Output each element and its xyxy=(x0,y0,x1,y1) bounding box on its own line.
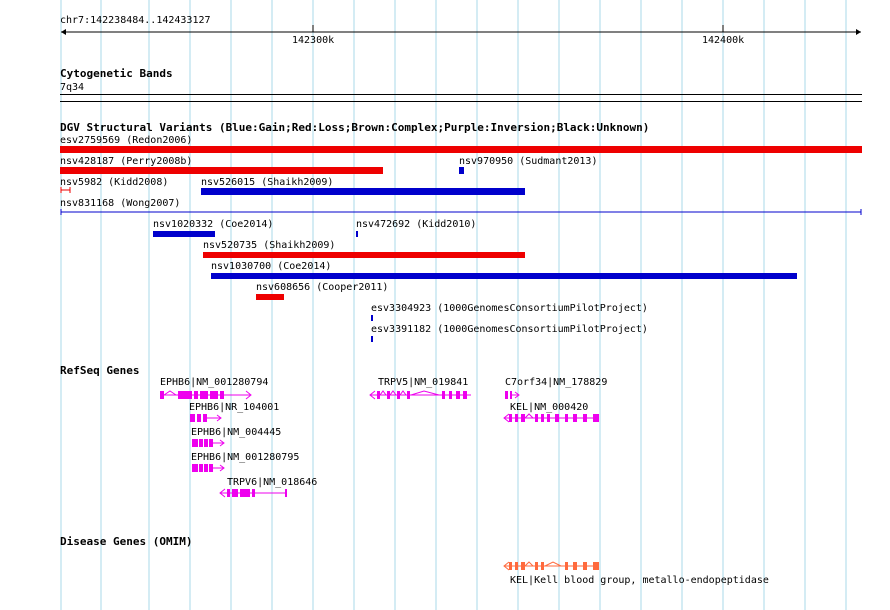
variant-bar-gain[interactable] xyxy=(153,231,215,237)
variant-label: nsv5982 (Kidd2008) xyxy=(60,177,169,188)
gene-label: EPHB6|NM_001280794 xyxy=(160,377,269,388)
variant-bar-gain[interactable] xyxy=(371,315,373,321)
variant-label: nsv1020332 (Coe2014) xyxy=(153,219,274,230)
ruler-tick-label: 142300k xyxy=(292,35,335,46)
variant-label: nsv608656 (Cooper2011) xyxy=(256,282,389,293)
variant-label: esv2759569 (Redon2006) xyxy=(60,135,193,146)
variant-bar-loss[interactable] xyxy=(203,252,525,258)
cytoband-line-bottom xyxy=(60,101,862,102)
variant-label: esv3304923 (1000GenomesConsortiumPilotPr… xyxy=(371,303,648,314)
refseq-track-title: RefSeq Genes xyxy=(60,364,140,377)
variant-bar-gain[interactable] xyxy=(211,273,797,279)
variant-label: nsv428187 (Perry2008b) xyxy=(60,156,193,167)
variant-label: nsv526015 (Shaikh2009) xyxy=(201,177,334,188)
variant-label: nsv970950 (Sudmant2013) xyxy=(459,156,598,167)
variant-label: esv3391182 (1000GenomesConsortiumPilotPr… xyxy=(371,324,648,335)
gene-model[interactable] xyxy=(191,437,227,449)
variant-bar-gain[interactable] xyxy=(201,188,525,195)
gene-model[interactable] xyxy=(503,412,601,424)
variant-bar-gain[interactable] xyxy=(459,167,464,174)
cytoband-track-title: Cytogenetic Bands xyxy=(60,67,173,80)
genome-browser-canvas: chr7:142238484..142433127 142300k 142400… xyxy=(0,0,890,610)
dgv-track-title: DGV Structural Variants (Blue:Gain;Red:L… xyxy=(60,121,650,134)
variant-bar-gain[interactable] xyxy=(58,208,864,216)
variant-bar-loss[interactable] xyxy=(60,167,383,174)
omim-gene-label: KEL|Kell blood group, metallo-endopeptid… xyxy=(510,575,769,586)
variant-bar-loss[interactable] xyxy=(60,186,72,194)
omim-track-title: Disease Genes (OMIM) xyxy=(60,535,193,548)
gene-label: C7orf34|NM_178829 xyxy=(505,377,608,388)
gene-label: TRPV5|NM_019841 xyxy=(378,377,469,388)
gene-model[interactable] xyxy=(188,412,224,424)
variant-bar-loss[interactable] xyxy=(60,146,862,153)
omim-gene-model[interactable] xyxy=(503,560,601,572)
variant-label: nsv520735 (Shaikh2009) xyxy=(203,240,336,251)
variant-bar-gain[interactable] xyxy=(371,336,373,342)
cytoband-line-top xyxy=(60,94,862,95)
gene-model[interactable] xyxy=(369,389,473,401)
gene-model[interactable] xyxy=(503,389,523,401)
variant-label: nsv1030700 (Coe2014) xyxy=(211,261,332,272)
variant-label: nsv472692 (Kidd2010) xyxy=(356,219,477,230)
cytoband-label: 7q34 xyxy=(60,82,85,93)
ruler-tick-label: 142400k xyxy=(702,35,745,46)
variant-bar-gain[interactable] xyxy=(356,231,358,237)
ruler-axis[interactable] xyxy=(0,24,890,44)
variant-bar-loss[interactable] xyxy=(256,294,284,300)
gene-model[interactable] xyxy=(219,487,291,499)
gene-model[interactable] xyxy=(158,389,254,401)
gene-model[interactable] xyxy=(191,462,227,474)
